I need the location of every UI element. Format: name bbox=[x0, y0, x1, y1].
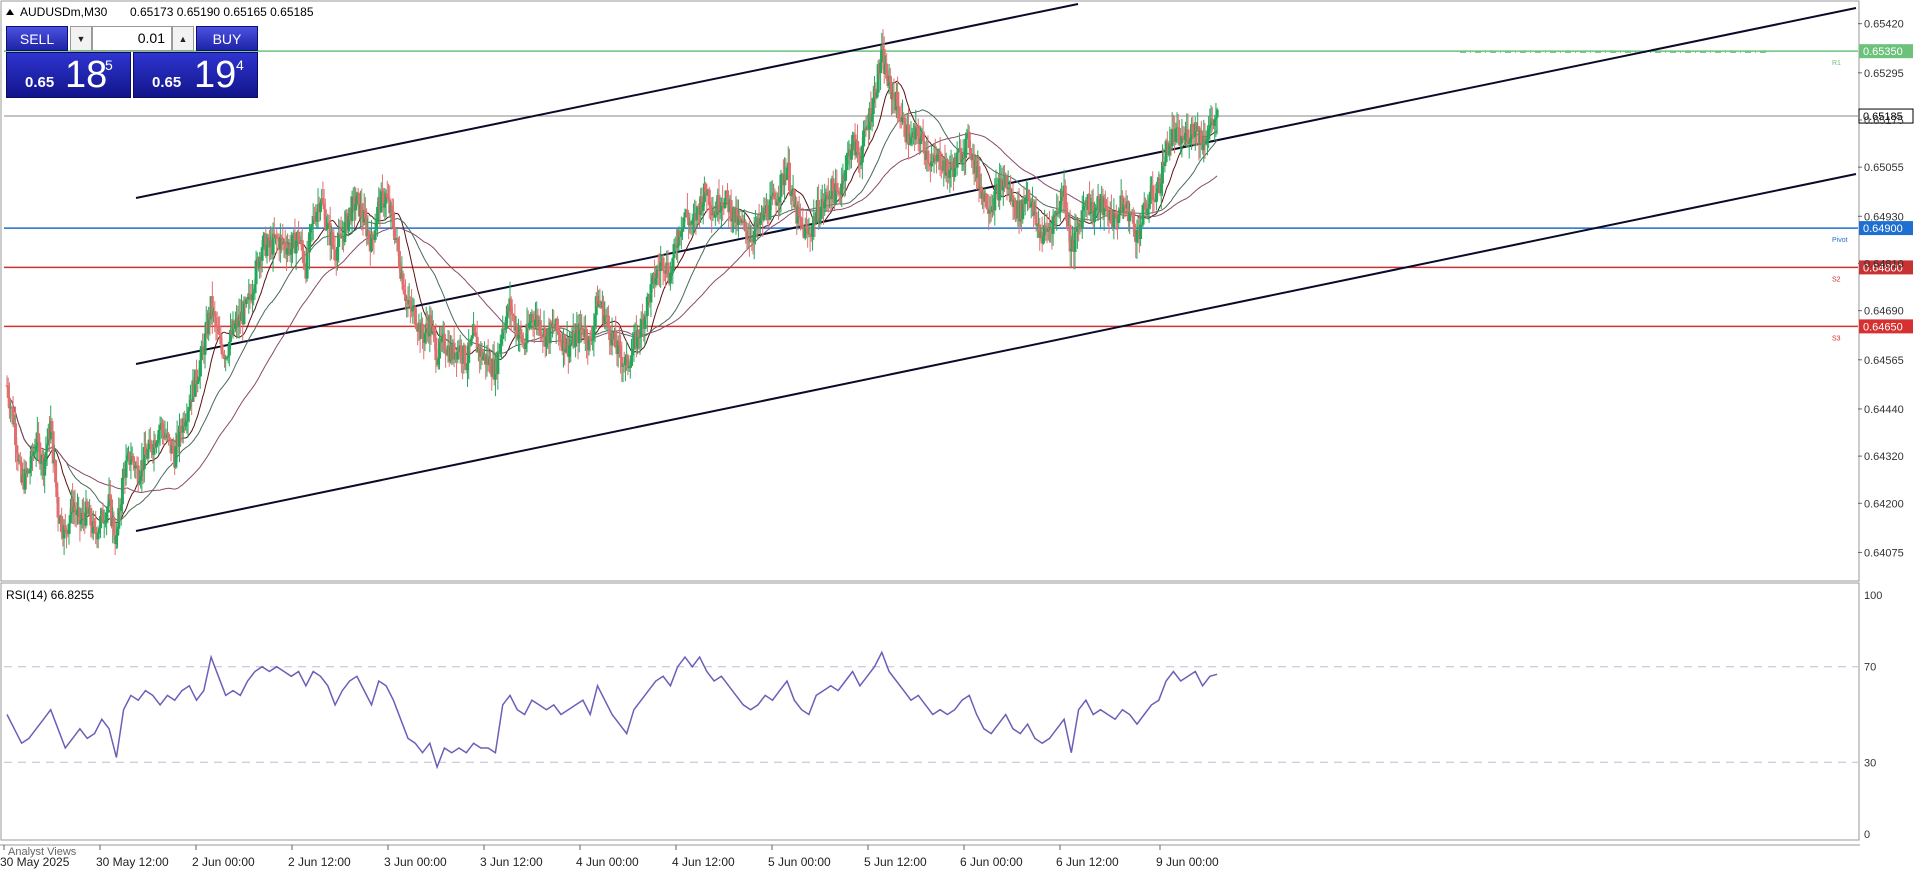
price-tick-label: 0.64440 bbox=[1864, 404, 1904, 416]
candles bbox=[5, 29, 1219, 556]
time-tick-label: 6 Jun 12:00 bbox=[1056, 855, 1119, 869]
time-tick-label: 2 Jun 00:00 bbox=[192, 855, 255, 869]
price-tick-label: 0.64200 bbox=[1864, 498, 1904, 510]
buy-button[interactable]: BUY bbox=[196, 26, 258, 51]
sell-price-prefix: 0.65 bbox=[25, 74, 55, 91]
price-tick-label: 0.64690 bbox=[1864, 306, 1904, 318]
time-tick-label: 30 May 12:00 bbox=[96, 855, 169, 869]
moving-averages bbox=[6, 80, 1218, 524]
sell-price-sup: 5 bbox=[105, 57, 113, 73]
time-tick-label: 5 Jun 00:00 bbox=[768, 855, 831, 869]
price-tick-label: 0.64320 bbox=[1864, 451, 1904, 463]
candle-body bbox=[54, 460, 58, 483]
rsi-header: RSI(14) 66.8255 bbox=[6, 588, 94, 602]
candle-body bbox=[124, 460, 128, 478]
candle-body bbox=[354, 204, 358, 211]
volume-up-icon[interactable]: ▲ bbox=[172, 26, 194, 51]
candle-body bbox=[45, 445, 49, 452]
rsi-line bbox=[6, 650, 1218, 770]
rsi-layer: 100 70 30 0 bbox=[4, 590, 1882, 841]
buy-price-big: 19 bbox=[194, 54, 237, 96]
trading-chart[interactable]: R1 0.65350 Pivot 0.64900 S2 0.64800 S3 0.64650 0… bbox=[0, 0, 1916, 874]
candle-body bbox=[725, 190, 729, 199]
sell-price-box[interactable]: 0.65 18 5 bbox=[6, 52, 131, 98]
level-name: Pivot bbox=[1832, 237, 1848, 244]
candle-body bbox=[120, 477, 124, 505]
collapse-triangle-icon[interactable] bbox=[6, 9, 14, 15]
time-tick-label: 9 Jun 00:00 bbox=[1156, 855, 1219, 869]
candle-body bbox=[496, 351, 500, 375]
sell-price-big: 18 bbox=[65, 54, 108, 96]
buy-price-prefix: 0.65 bbox=[152, 74, 182, 91]
candle-body bbox=[1139, 224, 1143, 240]
level-name: R1 bbox=[1832, 60, 1841, 67]
candle-body bbox=[630, 355, 634, 367]
rsi-tick-label: 70 bbox=[1864, 662, 1876, 674]
volume-input[interactable]: 0.01 bbox=[92, 26, 172, 51]
price-tick-label: 0.64930 bbox=[1864, 211, 1904, 223]
chart-canvas[interactable]: R10.65350Pivot0.64900S20.64800S30.646500… bbox=[0, 0, 1916, 874]
analyst-views-tab[interactable]: Analyst Views bbox=[8, 846, 77, 858]
price-tick-label: 0.65295 bbox=[1864, 68, 1904, 80]
candle-body bbox=[50, 420, 54, 432]
time-tick-label: 4 Jun 12:00 bbox=[672, 855, 735, 869]
price-tick-label: 0.64565 bbox=[1864, 355, 1904, 367]
candle-body bbox=[787, 162, 791, 192]
level-price-label: 0.64650 bbox=[1863, 321, 1903, 333]
rsi-tick-label: 0 bbox=[1864, 829, 1870, 841]
price-tick-label: 0.64810 bbox=[1864, 258, 1904, 270]
level-price-label: 0.64900 bbox=[1863, 223, 1903, 235]
ma-fast-line bbox=[6, 80, 1218, 524]
volume-down-icon[interactable]: ▼ bbox=[70, 26, 92, 51]
rsi-tick-label: 30 bbox=[1864, 757, 1876, 769]
price-tick-label: 0.65175 bbox=[1864, 115, 1904, 127]
rsi-tick-label: 100 bbox=[1864, 590, 1882, 602]
candle-body bbox=[744, 221, 748, 231]
price-tick-label: 0.65420 bbox=[1864, 19, 1904, 31]
level-name: S3 bbox=[1832, 335, 1841, 342]
ohlc-label: 0.65173 0.65190 0.65165 0.65185 bbox=[130, 5, 314, 19]
level-name: S2 bbox=[1832, 276, 1841, 283]
sell-button[interactable]: SELL bbox=[6, 26, 68, 51]
level-price-label: 0.65350 bbox=[1863, 46, 1903, 58]
price-tick-label: 0.64075 bbox=[1864, 547, 1904, 559]
time-axis: 30 May 2025 30 May 12:00 2 Jun 00:00 2 Jun … bbox=[0, 845, 1219, 869]
time-tick-label: 2 Jun 12:00 bbox=[288, 855, 351, 869]
candle-body bbox=[606, 315, 610, 327]
candle-body bbox=[168, 437, 172, 440]
price-axis: 0.65420 0.65295 0.65175 0.65055 0.64930 0.648… bbox=[1858, 19, 1904, 559]
ma-mid-line bbox=[6, 109, 1218, 521]
time-tick-label: 3 Jun 00:00 bbox=[384, 855, 447, 869]
symbol-label: AUDUSDm,M30 bbox=[20, 5, 108, 19]
candle-body bbox=[1163, 162, 1167, 167]
candle-body bbox=[373, 230, 377, 241]
buy-price-sup: 4 bbox=[236, 57, 244, 73]
buy-price-box[interactable]: 0.65 19 4 bbox=[133, 52, 258, 98]
candle-body bbox=[738, 215, 742, 219]
time-tick-label: 4 Jun 00:00 bbox=[576, 855, 639, 869]
time-tick-label: 6 Jun 00:00 bbox=[960, 855, 1023, 869]
candle-body bbox=[470, 335, 474, 339]
candle-body bbox=[955, 152, 959, 168]
candle-body bbox=[56, 497, 60, 518]
candle-body bbox=[1215, 109, 1219, 118]
candle-body bbox=[926, 150, 930, 164]
price-tick-label: 0.65055 bbox=[1864, 162, 1904, 174]
time-tick-label: 3 Jun 12:00 bbox=[480, 855, 543, 869]
one-click-trading-panel: SELL ▼ 0.01 ▲ BUY 0.65 18 5 0.65 19 4 bbox=[6, 26, 258, 98]
time-tick-label: 5 Jun 12:00 bbox=[864, 855, 927, 869]
candle-body bbox=[1080, 210, 1084, 229]
